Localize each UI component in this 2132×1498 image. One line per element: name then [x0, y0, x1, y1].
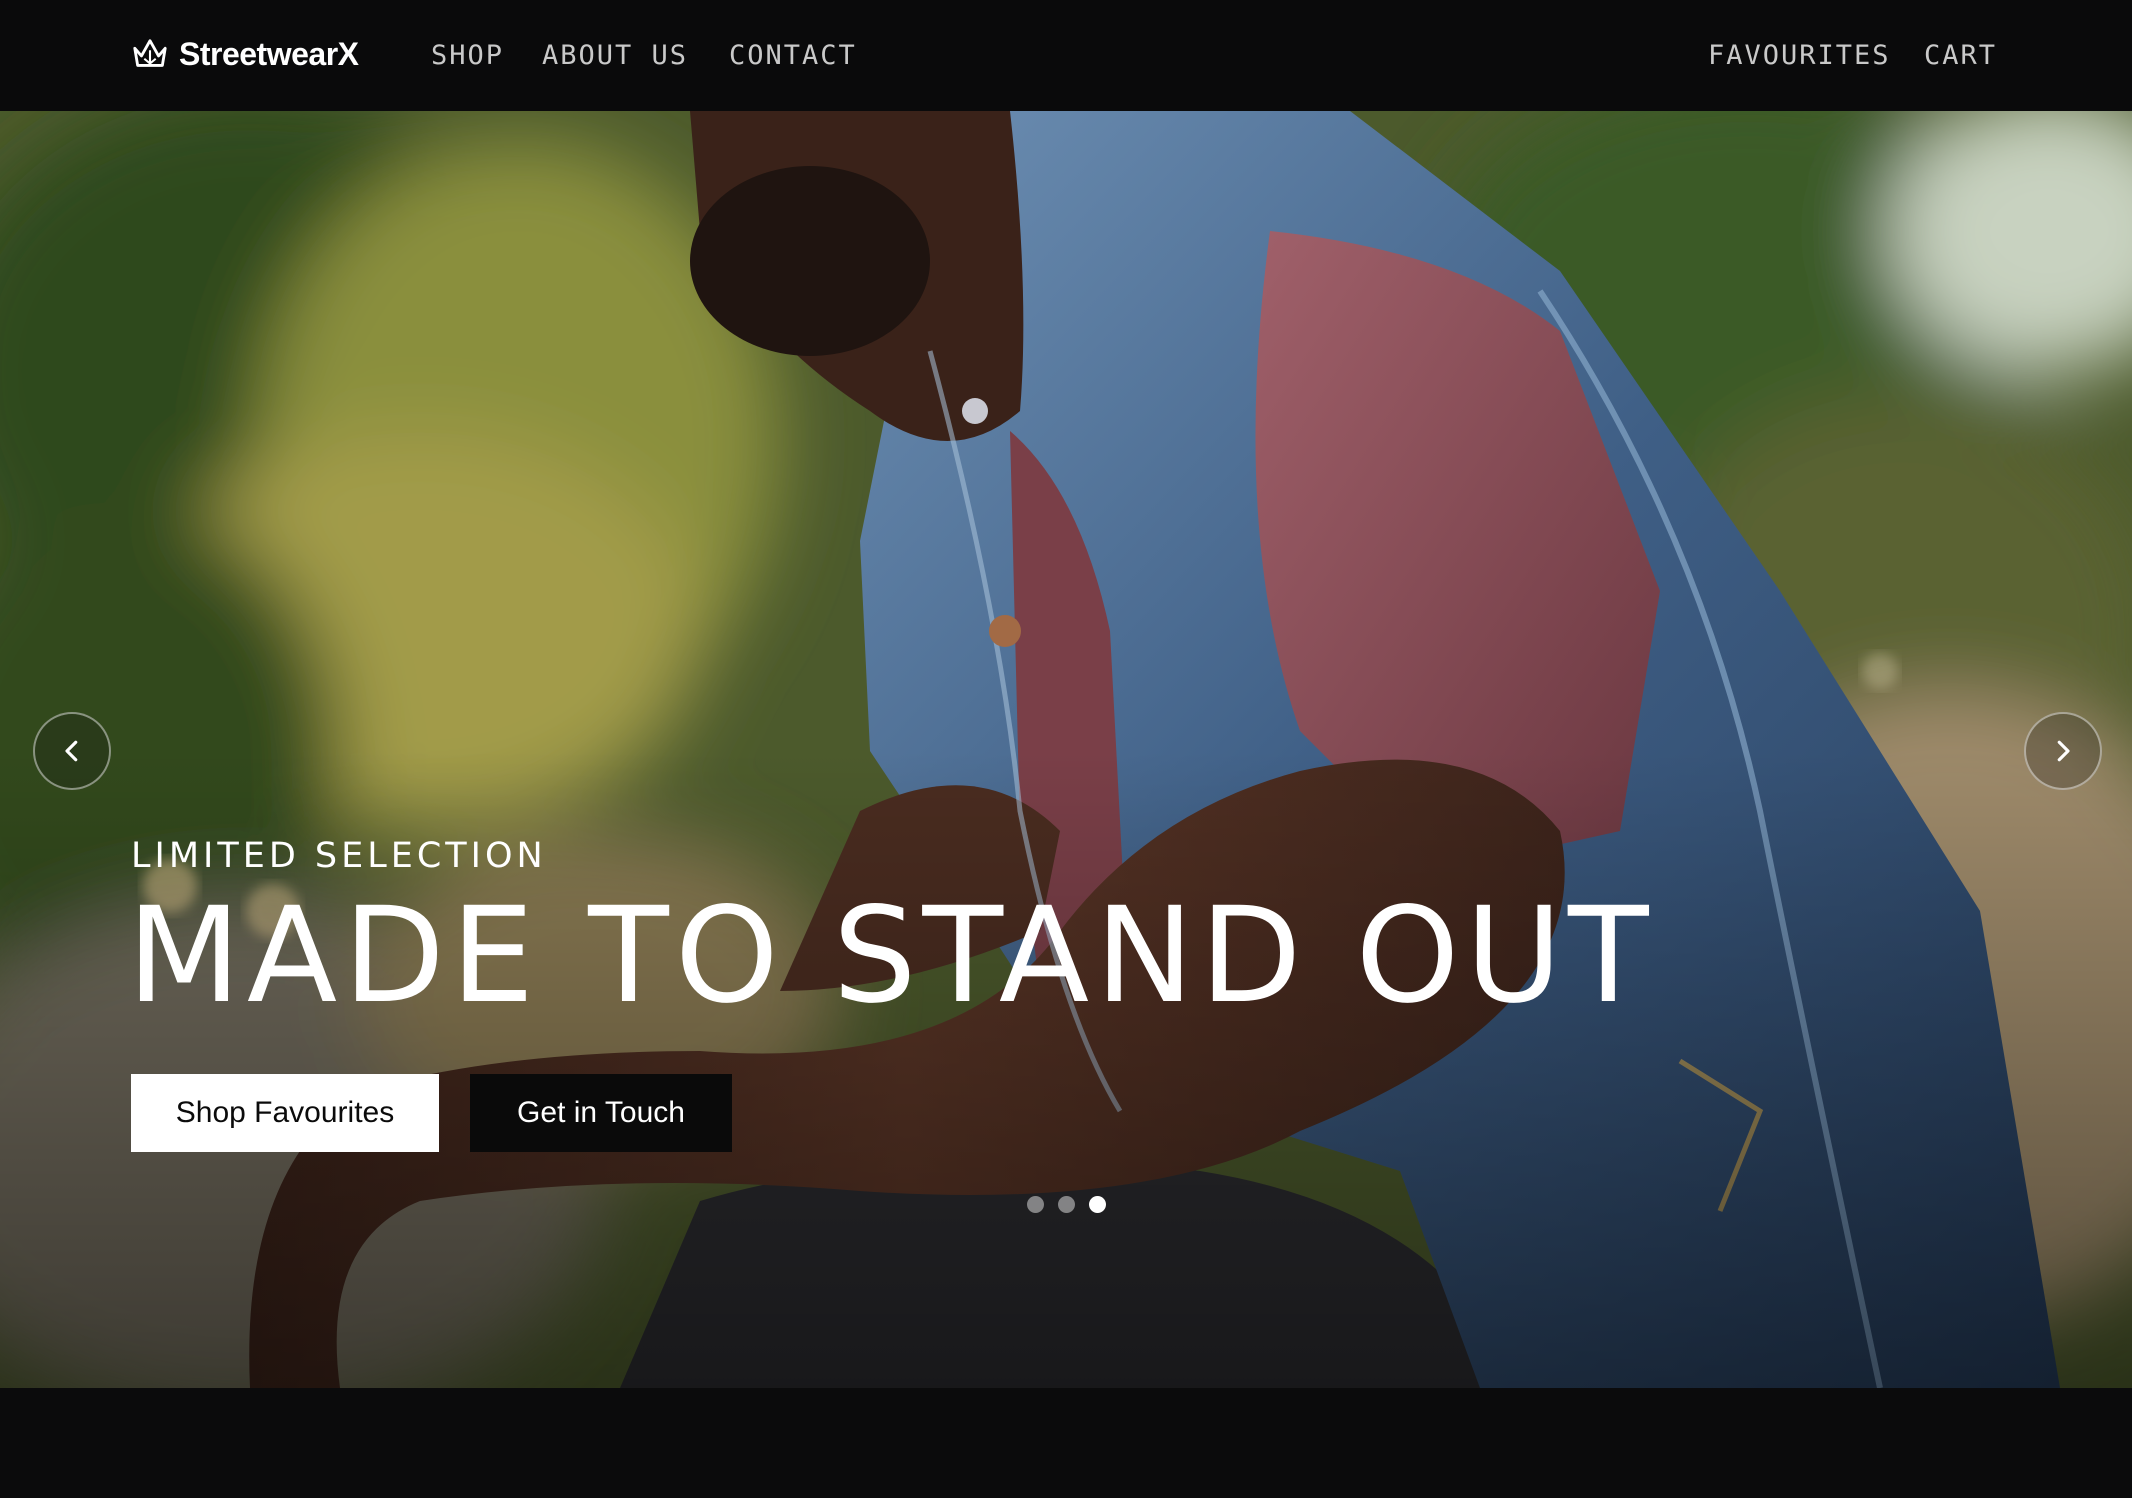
brand-name: StreetwearX	[179, 35, 359, 72]
chevron-right-icon	[2057, 740, 2070, 762]
page-footer-band	[0, 1388, 2132, 1498]
carousel-next-button[interactable]	[2024, 712, 2102, 790]
carousel-dot-1[interactable]	[1027, 1196, 1044, 1213]
get-in-touch-button[interactable]: Get in Touch	[470, 1074, 732, 1152]
carousel-dot-3[interactable]	[1089, 1196, 1106, 1213]
carousel-dots	[1027, 1196, 1106, 1213]
hero-headline: MADE TO STAND OUT	[127, 879, 1655, 1033]
nav-link-cart[interactable]: CART	[1924, 40, 1997, 71]
top-navbar: StreetwearX SHOP ABOUT US CONTACT FAVOUR…	[0, 0, 2132, 111]
shop-favourites-button[interactable]: Shop Favourites	[131, 1074, 439, 1152]
crown-icon	[133, 39, 167, 67]
nav-link-contact[interactable]: CONTACT	[729, 40, 857, 71]
chevron-left-icon	[65, 740, 78, 762]
nav-link-about-us[interactable]: ABOUT US	[542, 40, 688, 71]
carousel-prev-button[interactable]	[33, 712, 111, 790]
nav-link-shop[interactable]: SHOP	[431, 40, 504, 71]
hero-eyebrow: LIMITED SELECTION	[131, 836, 547, 876]
nav-link-favourites[interactable]: FAVOURITES	[1708, 40, 1891, 71]
carousel-dot-2[interactable]	[1058, 1196, 1075, 1213]
brand-logo-link[interactable]: StreetwearX	[131, 35, 359, 73]
